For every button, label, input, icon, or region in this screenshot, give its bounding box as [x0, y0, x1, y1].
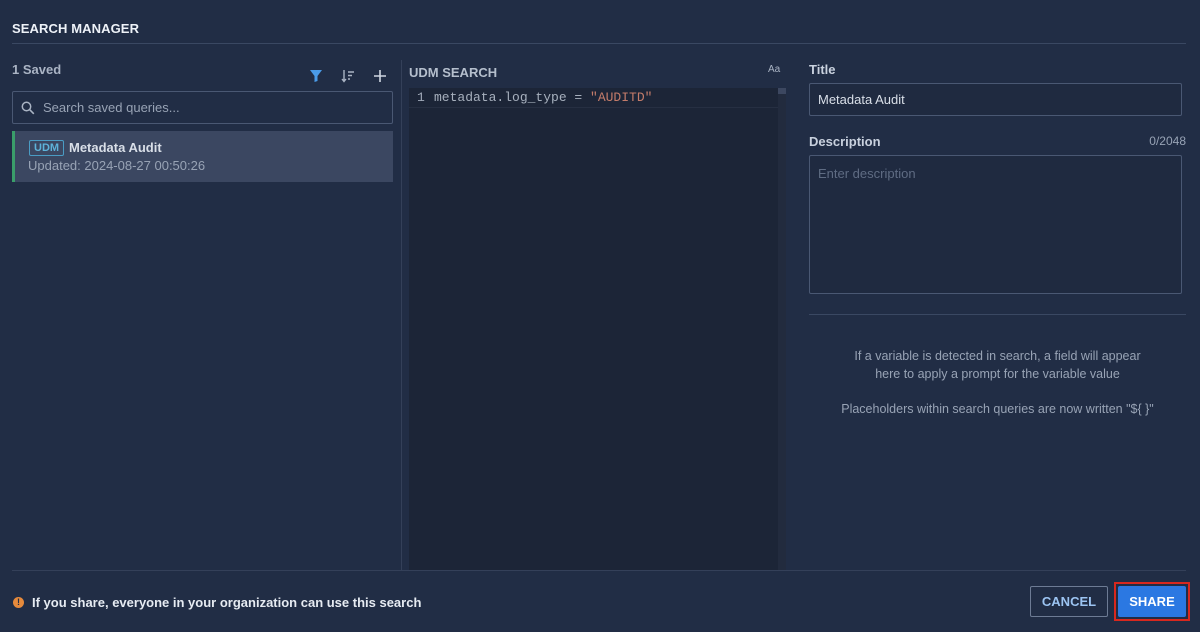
- editor-scroll-thumb[interactable]: [778, 88, 786, 94]
- search-icon: [21, 101, 35, 114]
- panel-divider: [401, 60, 402, 570]
- placeholder-info: Placeholders within search queries are n…: [841, 402, 1154, 416]
- variable-info-line1: If a variable is detected in search, a f…: [854, 349, 1141, 363]
- title-field[interactable]: [809, 83, 1182, 116]
- page-title: SEARCH MANAGER: [12, 21, 140, 36]
- code-string: "AUDITD": [590, 90, 653, 105]
- udm-search-panel: UDM SEARCH Aa 1 metadata.log_type = "AUD…: [409, 44, 786, 570]
- code-expression: metadata.log_type =: [434, 90, 591, 105]
- match-case-icon[interactable]: Aa: [768, 64, 780, 75]
- saved-count: 1 Saved: [12, 62, 62, 77]
- share-button-label: SHARE: [1118, 586, 1186, 617]
- line-number: 1: [417, 90, 425, 105]
- details-panel: Title Description 0/2048 If a variable i…: [809, 44, 1186, 570]
- header: SEARCH MANAGER: [0, 0, 1200, 44]
- add-query-button[interactable]: [369, 66, 391, 86]
- description-field[interactable]: [809, 155, 1182, 294]
- title-label: Title: [809, 62, 836, 77]
- description-label: Description: [809, 134, 881, 149]
- query-name: Metadata Audit: [69, 140, 162, 155]
- sort-button[interactable]: [337, 66, 359, 86]
- filter-button[interactable]: [305, 66, 327, 86]
- code-text: metadata.log_type = "AUDITD": [434, 88, 652, 108]
- cancel-button[interactable]: CANCEL: [1030, 586, 1108, 617]
- list-item[interactable]: UDM Metadata Audit Updated: 2024-08-27 0…: [12, 131, 393, 182]
- editor-line[interactable]: 1 metadata.log_type = "AUDITD": [409, 88, 779, 108]
- editor-scrollbar[interactable]: [778, 88, 786, 570]
- saved-queries-panel: 1 Saved UDM Metadata Audit Updated: [0, 44, 401, 570]
- udm-badge: UDM: [29, 140, 65, 156]
- footer-divider: [12, 570, 1186, 571]
- sort-icon: [341, 70, 354, 83]
- search-input[interactable]: [43, 100, 383, 115]
- details-divider: [809, 314, 1186, 315]
- code-editor[interactable]: 1 metadata.log_type = "AUDITD": [409, 88, 786, 570]
- udm-search-title: UDM SEARCH: [409, 65, 498, 80]
- warning-icon: !: [13, 597, 24, 608]
- description-counter: 0/2048: [1149, 134, 1186, 148]
- filter-icon: [310, 70, 322, 82]
- share-button[interactable]: SHARE: [1114, 582, 1190, 621]
- search-box: [12, 91, 393, 124]
- variable-info-line2: here to apply a prompt for the variable …: [875, 367, 1120, 381]
- share-warning: If you share, everyone in your organizat…: [32, 595, 422, 610]
- query-updated: Updated: 2024-08-27 00:50:26: [28, 158, 206, 173]
- plus-icon: [374, 70, 386, 82]
- list-toolbar: [305, 66, 391, 86]
